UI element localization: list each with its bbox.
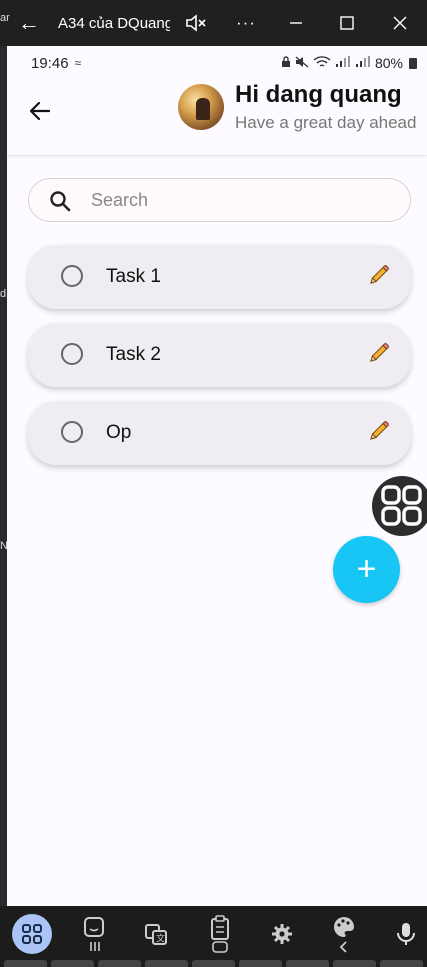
strip-text: d bbox=[0, 288, 7, 300]
wifi-icon bbox=[313, 55, 331, 71]
lock-icon bbox=[281, 55, 291, 71]
grid-icon bbox=[381, 485, 422, 526]
more-options-icon[interactable]: ··· bbox=[222, 0, 270, 46]
sticker-icon[interactable] bbox=[74, 914, 114, 954]
maximize-icon[interactable] bbox=[322, 0, 372, 46]
pencil-icon[interactable] bbox=[367, 263, 391, 287]
settings-icon[interactable] bbox=[262, 914, 302, 954]
mute-icon[interactable] bbox=[170, 0, 222, 46]
signal-icon-2 bbox=[355, 55, 371, 71]
clipboard-icon[interactable] bbox=[200, 914, 240, 954]
status-bar: 19:46 ≈ 80% bbox=[7, 46, 427, 80]
phone-screen: 19:46 ≈ 80% Hi dang quang Have a great d… bbox=[7, 46, 427, 906]
task-card[interactable]: Task 1 bbox=[28, 245, 411, 309]
signal-icon bbox=[335, 55, 351, 71]
battery-percent: 80% bbox=[374, 55, 403, 71]
minimize-icon[interactable] bbox=[270, 0, 322, 46]
task-card[interactable]: Op bbox=[28, 401, 411, 465]
translate-icon[interactable]: 文 bbox=[136, 914, 176, 954]
greeting-subtitle: Have a great day ahead bbox=[235, 113, 417, 132]
svg-text:文: 文 bbox=[156, 933, 165, 944]
pencil-icon[interactable] bbox=[367, 419, 391, 443]
task-label: Op bbox=[106, 422, 132, 443]
status-time: 19:46 bbox=[31, 54, 69, 72]
microphone-icon[interactable] bbox=[386, 914, 426, 954]
close-icon[interactable] bbox=[372, 0, 427, 46]
floating-apps-button[interactable] bbox=[372, 476, 427, 536]
task-checkbox[interactable] bbox=[61, 265, 83, 287]
background-window-strip: ar d N bbox=[0, 12, 10, 906]
task-card[interactable]: Task 2 bbox=[28, 323, 411, 387]
back-arrow-icon[interactable] bbox=[25, 96, 55, 126]
keyboard-row-edge bbox=[0, 960, 427, 967]
pencil-icon[interactable] bbox=[367, 341, 391, 365]
task-checkbox[interactable] bbox=[61, 421, 83, 443]
battery-icon bbox=[409, 57, 417, 69]
task-label: Task 1 bbox=[106, 266, 161, 287]
palette-icon[interactable] bbox=[324, 914, 364, 954]
apps-icon[interactable] bbox=[12, 914, 52, 954]
app-header: Hi dang quang Have a great day ahead bbox=[7, 80, 427, 156]
data-saver-icon: ≈ bbox=[74, 56, 82, 70]
mute-status-icon bbox=[295, 56, 309, 71]
task-label: Task 2 bbox=[106, 344, 161, 365]
window-title-bar: ← A34 của DQuang ··· bbox=[0, 0, 427, 46]
greeting-title: Hi dang quang bbox=[235, 81, 402, 108]
strip-text: ar bbox=[0, 12, 10, 24]
search-input[interactable] bbox=[91, 179, 391, 221]
taskbar: 文 bbox=[0, 906, 427, 967]
search-icon bbox=[50, 191, 71, 212]
task-checkbox[interactable] bbox=[61, 343, 83, 365]
search-bar[interactable] bbox=[28, 178, 411, 222]
avatar[interactable] bbox=[178, 84, 224, 130]
add-task-button[interactable]: + bbox=[333, 536, 400, 603]
window-title: A34 của DQuang bbox=[58, 14, 170, 32]
